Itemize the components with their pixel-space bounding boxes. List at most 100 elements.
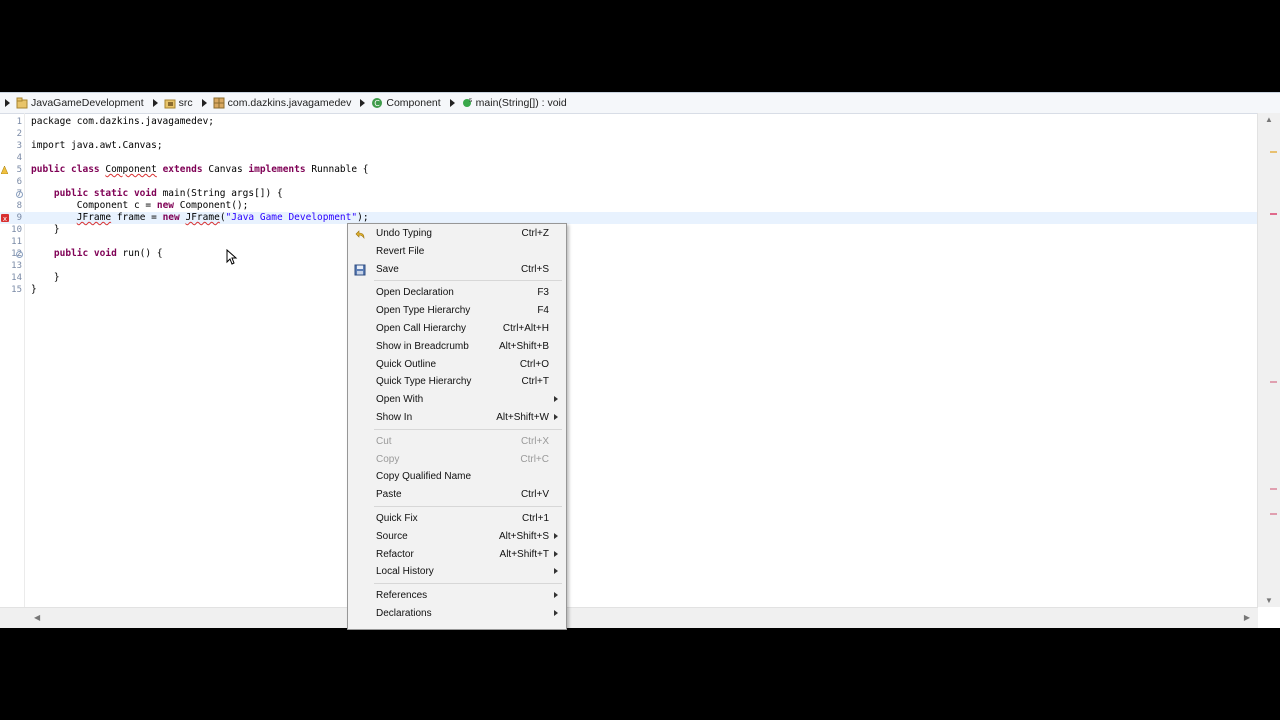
code-token: package com.dazkins.javagamedev; bbox=[31, 116, 215, 127]
submenu-arrow-icon bbox=[554, 532, 558, 539]
code-area[interactable]: 1 package com.dazkins.javagamedev; 2 3 impor… bbox=[0, 113, 1258, 607]
breadcrumb-separator-icon[interactable] bbox=[152, 99, 158, 107]
code-token: Canvas bbox=[202, 164, 249, 175]
code-line[interactable]: 3 import java.awt.Canvas; bbox=[0, 140, 1258, 152]
code-text: } bbox=[31, 224, 60, 236]
menu-item-label: Open With bbox=[376, 394, 424, 406]
overview-marker[interactable] bbox=[1270, 488, 1277, 490]
code-token: public static void bbox=[31, 188, 163, 199]
menu-item-local-history[interactable]: Local History bbox=[348, 563, 566, 581]
code-line[interactable]: 12 public void run() { bbox=[0, 248, 1258, 260]
breadcrumb-item[interactable]: C Component bbox=[371, 97, 441, 109]
error-marker-icon[interactable]: x bbox=[1, 214, 9, 223]
menu-item-quick-fix[interactable]: Quick Fix Ctrl+1 bbox=[348, 510, 566, 528]
code-text: Component c = new Component(); bbox=[31, 200, 249, 212]
menu-item-refactor[interactable]: Refactor Alt+Shift+T bbox=[348, 546, 566, 564]
breadcrumb-item[interactable]: Smain(String[]) : void bbox=[461, 97, 567, 109]
scroll-down-icon[interactable]: ▼ bbox=[1265, 596, 1273, 605]
menu-separator bbox=[374, 506, 562, 507]
vertical-scrollbar[interactable]: ▲ ▼ bbox=[1257, 113, 1280, 607]
fold-toggle-icon[interactable] bbox=[16, 191, 23, 198]
save-icon bbox=[354, 264, 366, 276]
code-line[interactable]: 13 bbox=[0, 260, 1258, 272]
menu-item-show-in-breadcrumb[interactable]: Show in Breadcrumb Alt+Shift+B bbox=[348, 338, 566, 356]
fold-toggle-icon[interactable] bbox=[16, 251, 23, 258]
code-token: public void bbox=[31, 248, 123, 259]
menu-item-show-in[interactable]: Show In Alt+Shift+W bbox=[348, 409, 566, 427]
code-line[interactable]: 4 bbox=[0, 152, 1258, 164]
menu-item-references[interactable]: References bbox=[348, 587, 566, 605]
mouse-cursor-icon bbox=[226, 249, 238, 265]
code-token: Component(); bbox=[174, 200, 249, 211]
menu-item-open-type-hierarchy[interactable]: Open Type Hierarchy F4 bbox=[348, 302, 566, 320]
menu-item-declarations[interactable]: Declarations bbox=[348, 605, 566, 623]
menu-item-shortcut: Ctrl+C bbox=[520, 453, 549, 465]
code-text: JFrame frame = new JFrame("Java Game Dev… bbox=[31, 212, 369, 224]
breadcrumb-label: com.dazkins.javagamedev bbox=[227, 97, 352, 109]
menu-item-shortcut: F4 bbox=[537, 305, 549, 317]
overview-marker[interactable] bbox=[1270, 513, 1277, 515]
menu-item-open-with[interactable]: Open With bbox=[348, 391, 566, 409]
scroll-up-icon[interactable]: ▲ bbox=[1265, 115, 1273, 124]
breadcrumb-item[interactable]: com.dazkins.javagamedev bbox=[213, 97, 352, 109]
breadcrumb-separator-icon[interactable] bbox=[201, 99, 207, 107]
code-line[interactable]: 15} bbox=[0, 284, 1258, 296]
svg-text:S: S bbox=[469, 98, 472, 104]
menu-item-revert-file[interactable]: Revert File bbox=[348, 243, 566, 261]
code-line[interactable]: 2 bbox=[0, 128, 1258, 140]
error-overview-marker[interactable] bbox=[1270, 213, 1277, 215]
code-text: package com.dazkins.javagamedev; bbox=[31, 116, 214, 128]
menu-item-shortcut: F3 bbox=[537, 287, 549, 299]
menu-item-label: Declarations bbox=[376, 608, 432, 619]
code-line[interactable]: 5 public class Component extends Canvas i… bbox=[0, 164, 1258, 176]
menu-item-label: Open Declaration bbox=[376, 287, 454, 299]
menu-item-label: Quick Outline bbox=[376, 358, 437, 370]
package-icon bbox=[213, 97, 228, 109]
code-line[interactable]: 9x JFrame frame = new JFrame("Java Game … bbox=[0, 212, 1258, 224]
menu-item-paste[interactable]: Paste Ctrl+V bbox=[348, 486, 566, 504]
code-line[interactable]: 14 } bbox=[0, 272, 1258, 284]
code-token: ); bbox=[357, 212, 369, 223]
menu-item-label: Cut bbox=[376, 435, 392, 447]
code-line[interactable]: 10 } bbox=[0, 224, 1258, 236]
menu-item-open-declaration[interactable]: Open Declaration F3 bbox=[348, 284, 566, 302]
menu-item-undo-typing[interactable]: Undo Typing Ctrl+Z bbox=[348, 225, 566, 243]
submenu-arrow-icon bbox=[554, 610, 558, 616]
breadcrumb-item[interactable]: src bbox=[164, 97, 193, 109]
menu-item-quick-type-hierarchy[interactable]: Quick Type Hierarchy Ctrl+T bbox=[348, 373, 566, 391]
horizontal-scrollbar[interactable]: ◀ ▶ bbox=[0, 607, 1258, 628]
breadcrumb-separator-icon[interactable] bbox=[360, 99, 366, 107]
menu-item-cut[interactable]: Cut Ctrl+X bbox=[348, 433, 566, 451]
menu-item-source[interactable]: Source Alt+Shift+S bbox=[348, 528, 566, 546]
breadcrumb-arrow-icon[interactable] bbox=[5, 99, 10, 107]
menu-item-shortcut: Ctrl+1 bbox=[522, 513, 549, 524]
warning-marker-icon[interactable] bbox=[0, 165, 9, 175]
menu-item-quick-outline[interactable]: Quick Outline Ctrl+O bbox=[348, 356, 566, 374]
code-token: main(String args[]) { bbox=[162, 188, 283, 199]
breadcrumb: JavaGameDevelopment src com.dazkins.javaga… bbox=[0, 92, 1280, 114]
breadcrumb-item[interactable]: JavaGameDevelopment bbox=[16, 97, 144, 109]
code-text: public void run() { bbox=[31, 248, 163, 260]
method-icon: S bbox=[461, 97, 476, 109]
project-icon bbox=[16, 97, 31, 109]
breadcrumb-label: JavaGameDevelopment bbox=[31, 97, 144, 109]
menu-item-copy[interactable]: Copy Ctrl+C bbox=[348, 451, 566, 469]
menu-item-label: Source bbox=[376, 530, 408, 542]
code-line[interactable]: 7 public static void main(String args[])… bbox=[0, 188, 1258, 200]
menu-item-save[interactable]: Save Ctrl+S bbox=[348, 261, 566, 279]
menu-item-open-call-hierarchy[interactable]: Open Call Hierarchy Ctrl+Alt+H bbox=[348, 320, 566, 338]
breadcrumb-separator-icon[interactable] bbox=[449, 99, 455, 107]
code-line[interactable]: 8 Component c = new Component(); bbox=[0, 200, 1258, 212]
menu-item-copy-qualified-name[interactable]: Copy Qualified Name bbox=[348, 468, 566, 486]
warning-overview-marker[interactable] bbox=[1270, 151, 1277, 153]
code-line[interactable]: 11 bbox=[0, 236, 1258, 248]
overview-marker[interactable] bbox=[1270, 381, 1277, 383]
breadcrumb-label: main(String[]) : void bbox=[475, 97, 567, 109]
code-line[interactable]: 6 bbox=[0, 176, 1258, 188]
scroll-left-icon[interactable]: ◀ bbox=[34, 613, 40, 622]
code-token: run() { bbox=[122, 248, 163, 259]
scroll-right-icon[interactable]: ▶ bbox=[1244, 613, 1250, 622]
code-line[interactable]: 1 package com.dazkins.javagamedev; bbox=[0, 116, 1258, 128]
menu-item-label: Paste bbox=[376, 489, 402, 501]
